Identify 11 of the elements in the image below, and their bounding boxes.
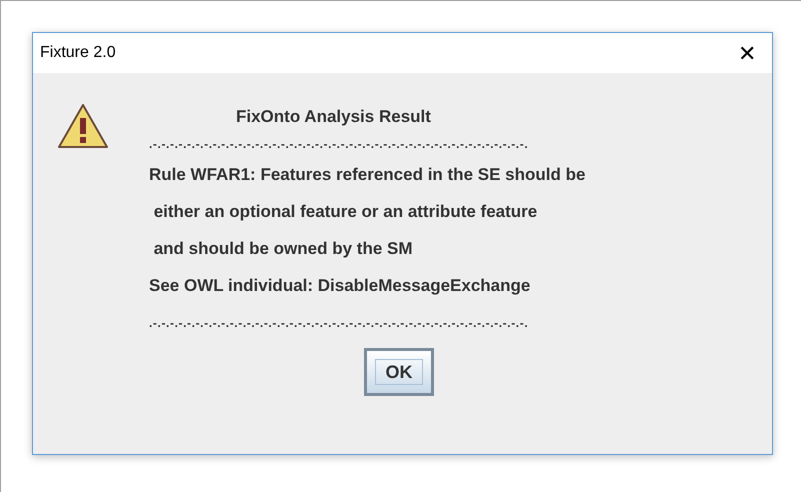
window-title: Fixture 2.0 (40, 43, 116, 63)
message-line: and should be owned by the SM (152, 238, 414, 260)
message-line: See OWL individual: DisableMessageExchange (149, 275, 532, 297)
message-line: Rule WFAR1: Features referenced in the SE should be (149, 164, 586, 186)
dashed-separator: .-.-.-.-.-.-.-.-.-.-.-.-.-.-.-.-.-.-.-.-.-.-.-.-.-.-.-.-.-.-.-.-.-.-.-.-.-.-.-.-.-.-.-.-. (149, 137, 530, 151)
dashed-separator: .-.-.-.-.-.-.-.-.-.-.-.-.-.-.-.-.-.-.-.-.-.-.-.-.-.-.-.-.-.-.-.-.-.-.-.-.-.-.-.-.-.-.-.-. (149, 316, 530, 330)
warning-icon (57, 103, 109, 149)
dialog-heading: FixOnto Analysis Result (235, 106, 432, 128)
close-button[interactable]: ✕ (724, 34, 770, 72)
message-line: either an optional feature or an attribute feature (152, 201, 538, 223)
ok-button[interactable]: OK (364, 348, 434, 396)
